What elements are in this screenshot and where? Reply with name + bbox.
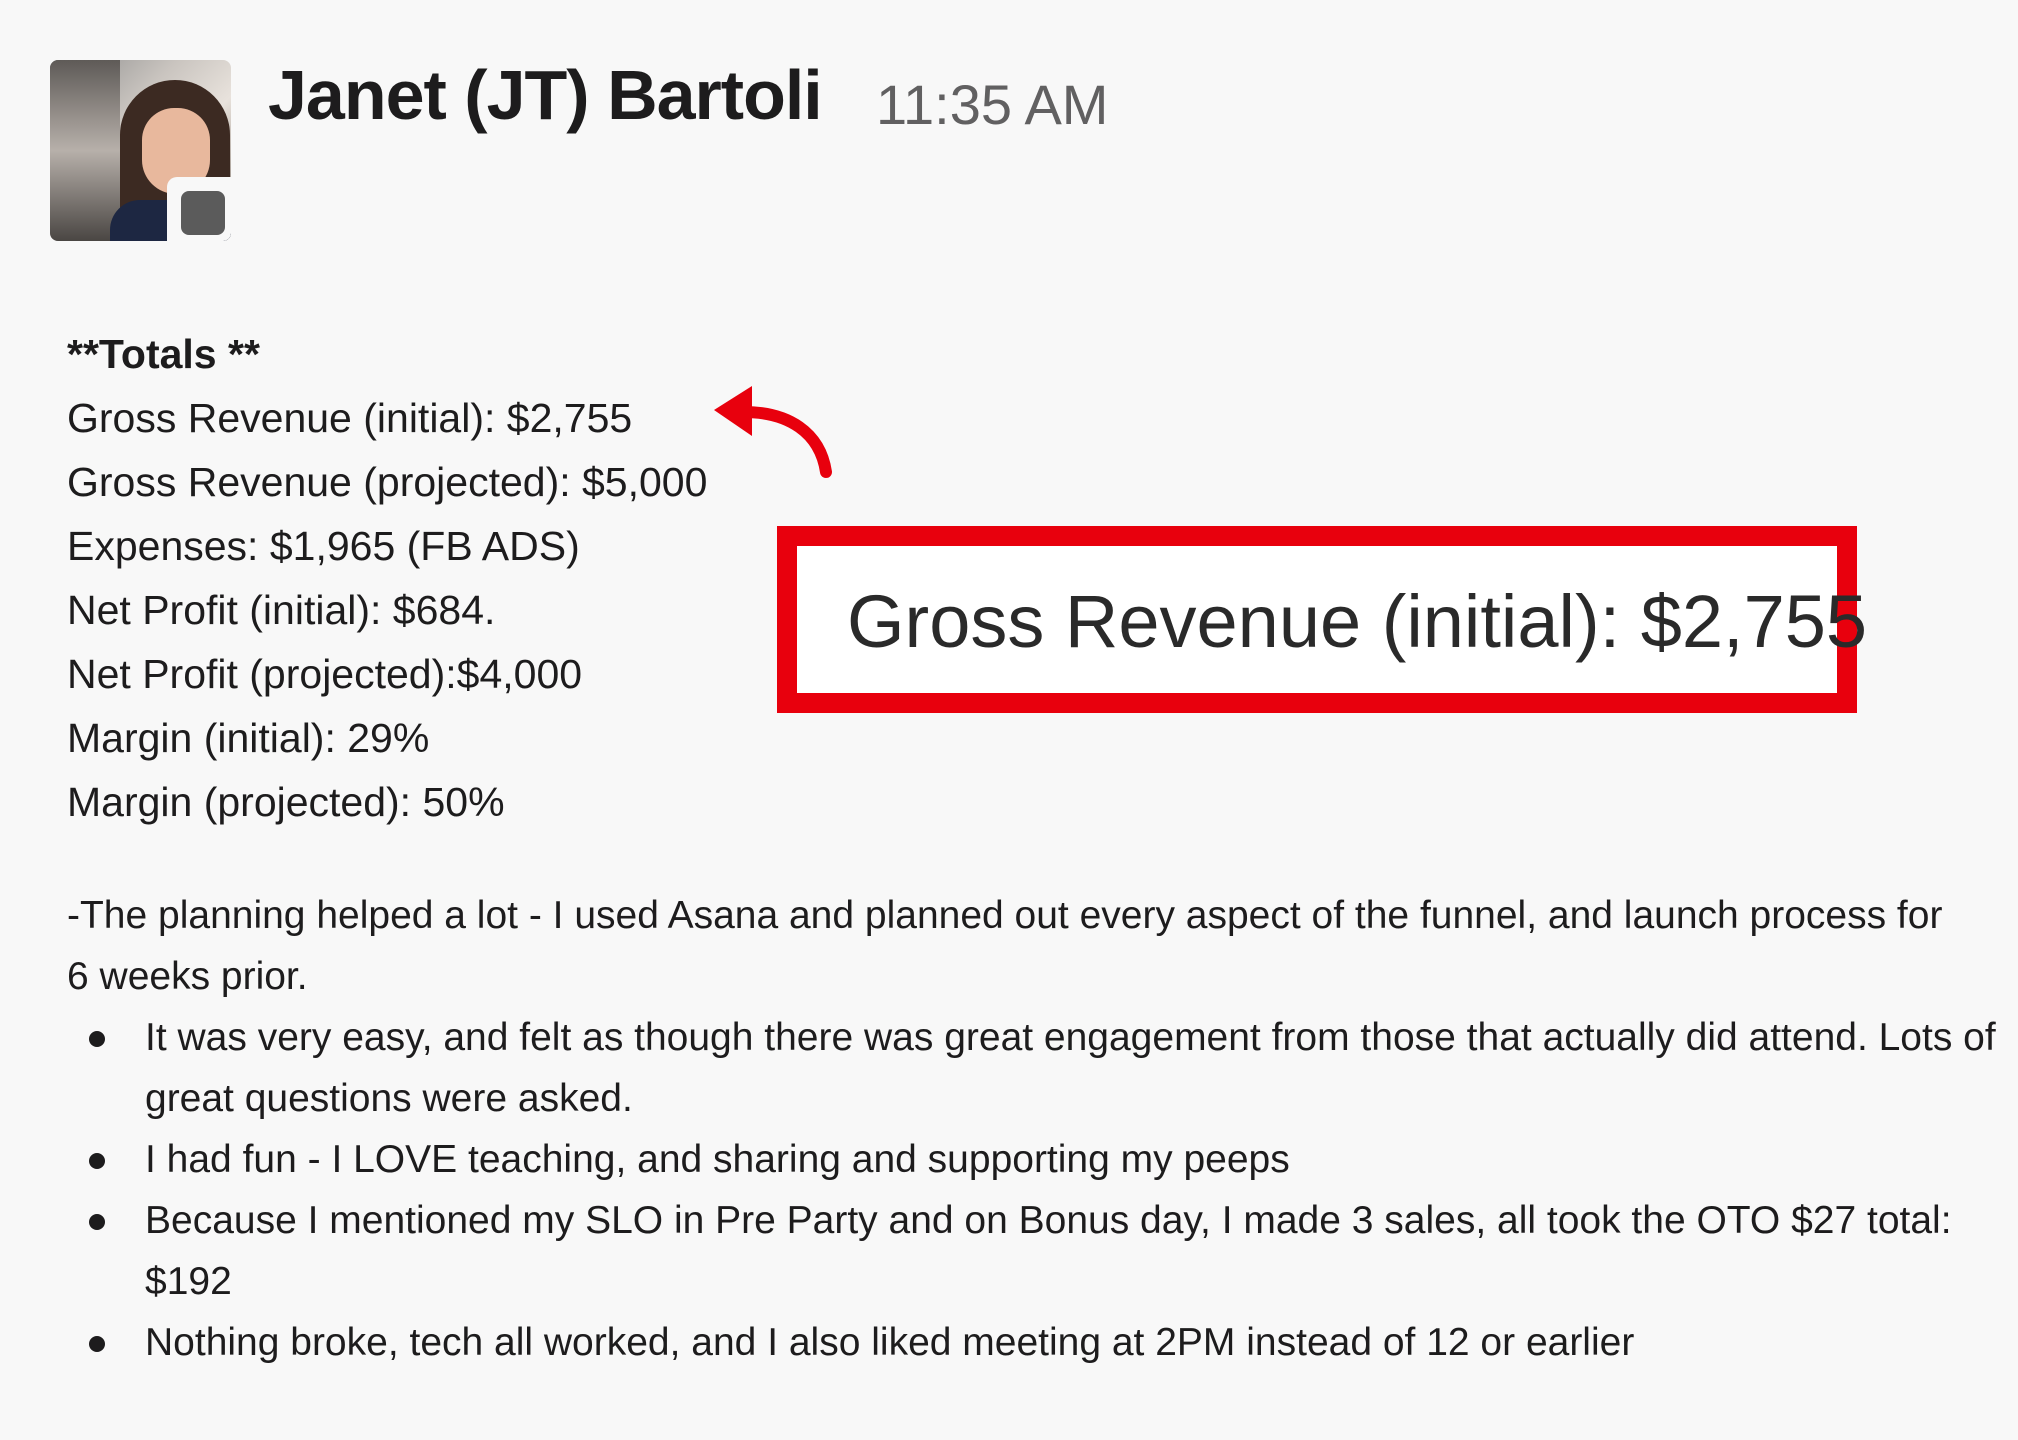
totals-line-margin-initial: Margin (initial): 29% <box>67 715 430 761</box>
list-item-text: Because I mentioned my SLO in Pre Party … <box>145 1199 1952 1303</box>
totals-line-gross-revenue-projected: Gross Revenue (projected): $5,000 <box>67 459 708 505</box>
user-avatar[interactable] <box>50 60 231 241</box>
totals-line-expenses: Expenses: $1,965 (FB ADS) <box>67 523 580 569</box>
author-name[interactable]: Janet (JT) Bartoli <box>268 55 823 135</box>
bullet-icon <box>89 1336 105 1352</box>
totals-line-margin-projected: Margin (projected): 50% <box>67 779 505 825</box>
highlight-callout-box: Gross Revenue (initial): $2,755 <box>777 526 1867 713</box>
list-item-text: I had fun - I LOVE teaching, and sharing… <box>145 1138 1290 1181</box>
list-item-text: It was very easy, and felt as though the… <box>145 1016 1996 1120</box>
presence-status-icon <box>167 177 231 241</box>
totals-block: **Totals ** Gross Revenue (initial): $2,… <box>67 322 707 834</box>
list-item: Because I mentioned my SLO in Pre Party … <box>67 1190 2007 1312</box>
totals-line-net-profit-initial: Net Profit (initial): $684. <box>67 587 496 633</box>
totals-line-gross-revenue-initial: Gross Revenue (initial): $2,755 <box>67 395 633 441</box>
bullet-icon <box>89 1214 105 1230</box>
bullet-list: It was very easy, and felt as though the… <box>67 1007 2007 1373</box>
bullet-icon <box>89 1153 105 1169</box>
curved-arrow-icon <box>714 386 832 478</box>
message-screenshot: Janet (JT) Bartoli 11:35 AM **Totals ** … <box>0 0 2018 1440</box>
list-item-text: Nothing broke, tech all worked, and I al… <box>145 1321 1635 1364</box>
list-item: I had fun - I LOVE teaching, and sharing… <box>67 1129 2007 1190</box>
totals-heading: **Totals ** <box>67 331 260 377</box>
callout-text: Gross Revenue (initial): $2,755 <box>847 580 1868 663</box>
list-item: It was very easy, and felt as though the… <box>67 1007 2007 1129</box>
message-paragraph: -The planning helped a lot - I used Asan… <box>67 894 1943 998</box>
totals-line-net-profit-projected: Net Profit (projected):$4,000 <box>67 651 583 697</box>
bullet-icon <box>89 1031 105 1047</box>
list-item: Nothing broke, tech all worked, and I al… <box>67 1312 2007 1373</box>
avatar-background <box>50 60 120 241</box>
message-timestamp[interactable]: 11:35 AM <box>876 72 1108 137</box>
